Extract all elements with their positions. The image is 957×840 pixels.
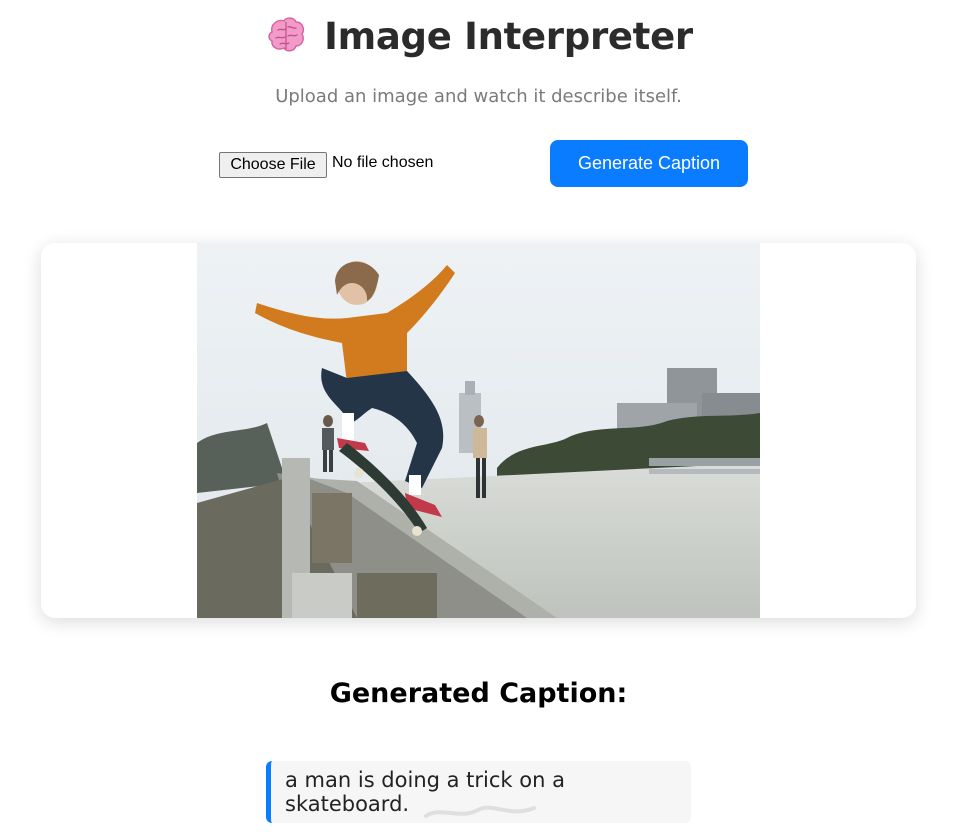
generate-caption-button[interactable]: Generate Caption <box>550 140 748 187</box>
upload-controls: Choose File No file chosen Generate Capt… <box>0 140 957 190</box>
page-subtitle: Upload an image and watch it describe it… <box>275 86 682 107</box>
brain-icon <box>268 17 305 52</box>
watermark-logo <box>424 805 536 818</box>
uploaded-image <box>197 243 760 618</box>
page-title: Image Interpreter <box>324 14 693 58</box>
file-status-text: No file chosen <box>332 154 434 171</box>
choose-file-button[interactable]: Choose File <box>219 152 327 178</box>
image-preview-card <box>41 243 916 618</box>
app-page: Image Interpreter Upload an image and wa… <box>0 0 957 840</box>
app-header: Image Interpreter <box>0 14 957 58</box>
caption-heading: Generated Caption: <box>329 678 628 709</box>
